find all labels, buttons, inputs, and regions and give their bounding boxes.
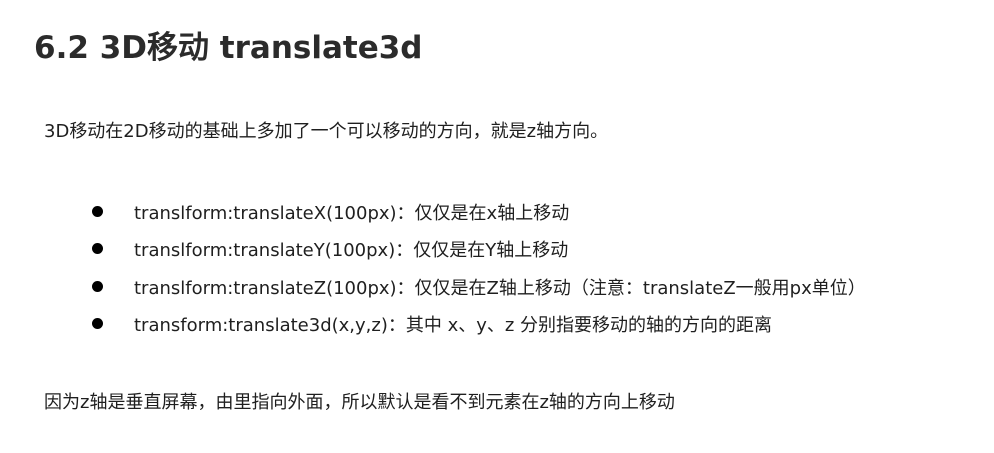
intro-paragraph: 3D移动在2D移动的基础上多加了一个可以移动的方向，就是z轴方向。 bbox=[44, 121, 609, 142]
bullet-dot-icon bbox=[92, 318, 103, 330]
list-item-text: translform:translateZ(100px)：仅仅是在Z轴上移动（注… bbox=[134, 277, 866, 299]
list-item-text: translform:translateX(100px)：仅仅是在x轴上移动 bbox=[134, 202, 570, 224]
bullet-dot-icon bbox=[92, 243, 103, 255]
bullet-dot-icon bbox=[92, 205, 103, 217]
section-heading: 6.2 3D移动 translate3d bbox=[34, 30, 423, 66]
closing-paragraph: 因为z轴是垂直屏幕，由里指向外面，所以默认是看不到元素在z轴的方向上移动 bbox=[44, 392, 675, 413]
list-item-text: translform:translateY(100px)：仅仅是在Y轴上移动 bbox=[134, 240, 569, 262]
list-item-text: transform:translate3d(x,y,z)：其中 x、y、z 分别… bbox=[134, 315, 773, 337]
bullet-dot-icon bbox=[92, 280, 103, 292]
